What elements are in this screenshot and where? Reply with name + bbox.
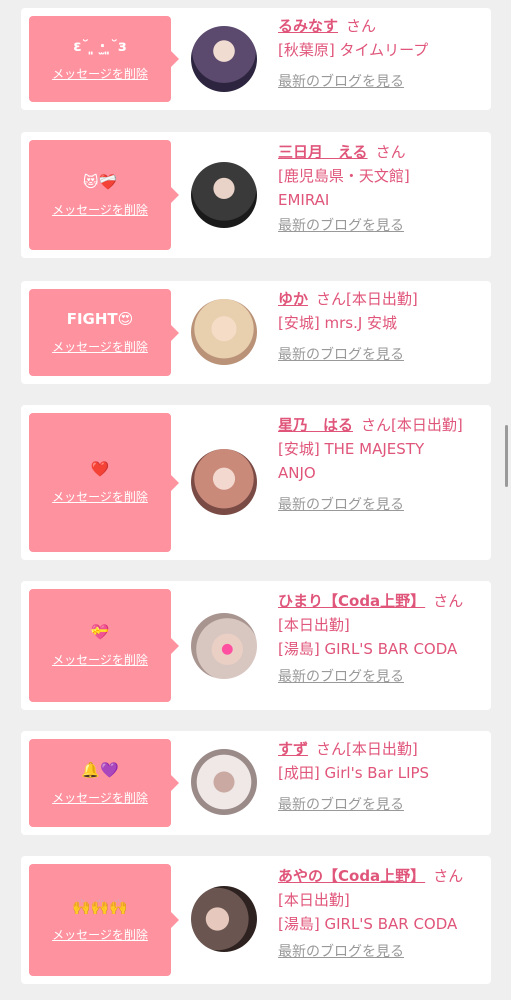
member-name-link[interactable]: 星乃 はる [278, 416, 353, 434]
scrollbar-thumb[interactable] [505, 425, 508, 487]
honorific: さん [433, 867, 464, 885]
shop-name: [湯島] GIRL'S BAR CODA [278, 640, 458, 658]
member-name-link[interactable]: あやの【Coda上野】 [278, 867, 425, 885]
member-info: あやの【Coda上野】 さん [本日出勤] [湯島] GIRL'S BAR CODA… [278, 864, 478, 962]
avatar[interactable] [191, 299, 257, 365]
message-text: 🙌🙌🙌 [71, 897, 129, 916]
honorific: さん [361, 416, 392, 434]
member-name-link[interactable]: ひまり【Coda上野】 [278, 592, 425, 610]
member-name-link[interactable]: ゆか [278, 290, 308, 308]
member-info: 三日月 える さん [鹿児島県・天文館] EMIRAI 最新のブログを見る [278, 140, 478, 236]
latest-blog-link[interactable]: 最新のブログを見る [278, 795, 478, 815]
message-bubble: FIGHT😍 メッセージを削除 [29, 289, 179, 376]
shop-name: [安城] THE MAJESTY ANJO [278, 440, 425, 482]
message-card: 😻❤️‍🩹 メッセージを削除 三日月 える さん [鹿児島県・天文館] EMIRA… [21, 132, 491, 258]
avatar[interactable] [191, 613, 257, 679]
latest-blog-link[interactable]: 最新のブログを見る [278, 72, 478, 92]
honorific: さん [346, 17, 377, 35]
status-badge: [本日出勤] [278, 891, 350, 909]
delete-message-link[interactable]: メッセージを削除 [52, 65, 148, 82]
avatar[interactable] [191, 26, 257, 92]
message-card: ❤️ メッセージを削除 星乃 はる さん[本日出勤] [安城] THE MAJES… [21, 405, 491, 560]
message-bubble: 💝 メッセージを削除 [29, 589, 179, 702]
avatar[interactable] [191, 162, 257, 228]
latest-blog-link[interactable]: 最新のブログを見る [278, 216, 478, 236]
member-info: ゆか さん[本日出勤] [安城] mrs.J 安城 最新のブログを見る [278, 287, 478, 365]
message-bubble: ε˘ ͈ ·̫ ͈˘з メッセージを削除 [29, 16, 179, 102]
delete-message-link[interactable]: メッセージを削除 [52, 651, 148, 668]
status-badge: [本日出勤] [346, 290, 418, 308]
delete-message-link[interactable]: メッセージを削除 [52, 201, 148, 218]
latest-blog-link[interactable]: 最新のブログを見る [278, 667, 478, 687]
delete-message-link[interactable]: メッセージを削除 [52, 926, 148, 943]
latest-blog-link[interactable]: 最新のブログを見る [278, 345, 478, 365]
message-text: ❤️ [90, 460, 110, 478]
shop-name: [湯島] GIRL'S BAR CODA [278, 915, 458, 933]
message-text: 🔔💜 [81, 760, 119, 779]
delete-message-link[interactable]: メッセージを削除 [52, 338, 148, 355]
member-info: るみなす さん [秋葉原] タイムリープ 最新のブログを見る [278, 14, 478, 92]
member-info: ひまり【Coda上野】 さん [本日出勤] [湯島] GIRL'S BAR CODA… [278, 589, 478, 687]
avatar[interactable] [191, 886, 257, 952]
status-badge: [本日出勤] [391, 416, 463, 434]
message-text: 😻❤️‍🩹 [82, 172, 118, 191]
message-text: 💝 [90, 623, 110, 641]
member-name-link[interactable]: 三日月 える [278, 143, 368, 161]
message-bubble: ❤️ メッセージを削除 [29, 413, 179, 552]
message-bubble: 🔔💜 メッセージを削除 [29, 739, 179, 827]
delete-message-link[interactable]: メッセージを削除 [52, 789, 148, 806]
shop-name: [鹿児島県・天文館] EMIRAI [278, 167, 410, 209]
message-card: ε˘ ͈ ·̫ ͈˘з メッセージを削除 るみなす さん [秋葉原] タイムリープ… [21, 8, 491, 110]
message-card: 🙌🙌🙌 メッセージを削除 あやの【Coda上野】 さん [本日出勤] [湯島] GI… [21, 856, 491, 984]
status-badge: [本日出勤] [278, 616, 350, 634]
message-card: 💝 メッセージを削除 ひまり【Coda上野】 さん [本日出勤] [湯島] GIRL… [21, 581, 491, 710]
avatar[interactable] [191, 449, 257, 515]
latest-blog-link[interactable]: 最新のブログを見る [278, 942, 478, 962]
member-info: すず さん[本日出勤] [成田] Girl's Bar LIPS 最新のブログを見… [278, 737, 478, 815]
message-text: ε˘ ͈ ·̫ ͈˘з [73, 36, 127, 55]
message-card: FIGHT😍 メッセージを削除 ゆか さん[本日出勤] [安城] mrs.J 安城… [21, 281, 491, 384]
message-card: 🔔💜 メッセージを削除 すず さん[本日出勤] [成田] Girl's Bar L… [21, 731, 491, 835]
honorific: さん [433, 592, 464, 610]
shop-name: [秋葉原] タイムリープ [278, 41, 429, 59]
message-text: FIGHT😍 [66, 310, 134, 328]
shop-name: [安城] mrs.J 安城 [278, 314, 398, 332]
honorific: さん [316, 740, 347, 758]
honorific: さん [375, 143, 406, 161]
avatar[interactable] [191, 749, 257, 815]
message-bubble: 😻❤️‍🩹 メッセージを削除 [29, 140, 179, 250]
member-name-link[interactable]: るみなす [278, 17, 338, 35]
latest-blog-link[interactable]: 最新のブログを見る [278, 495, 478, 515]
message-bubble: 🙌🙌🙌 メッセージを削除 [29, 864, 179, 976]
honorific: さん [316, 290, 347, 308]
status-badge: [本日出勤] [346, 740, 418, 758]
member-info: 星乃 はる さん[本日出勤] [安城] THE MAJESTY ANJO 最新のブ… [278, 413, 478, 515]
delete-message-link[interactable]: メッセージを削除 [52, 488, 148, 505]
member-name-link[interactable]: すず [278, 740, 308, 758]
shop-name: [成田] Girl's Bar LIPS [278, 764, 430, 782]
